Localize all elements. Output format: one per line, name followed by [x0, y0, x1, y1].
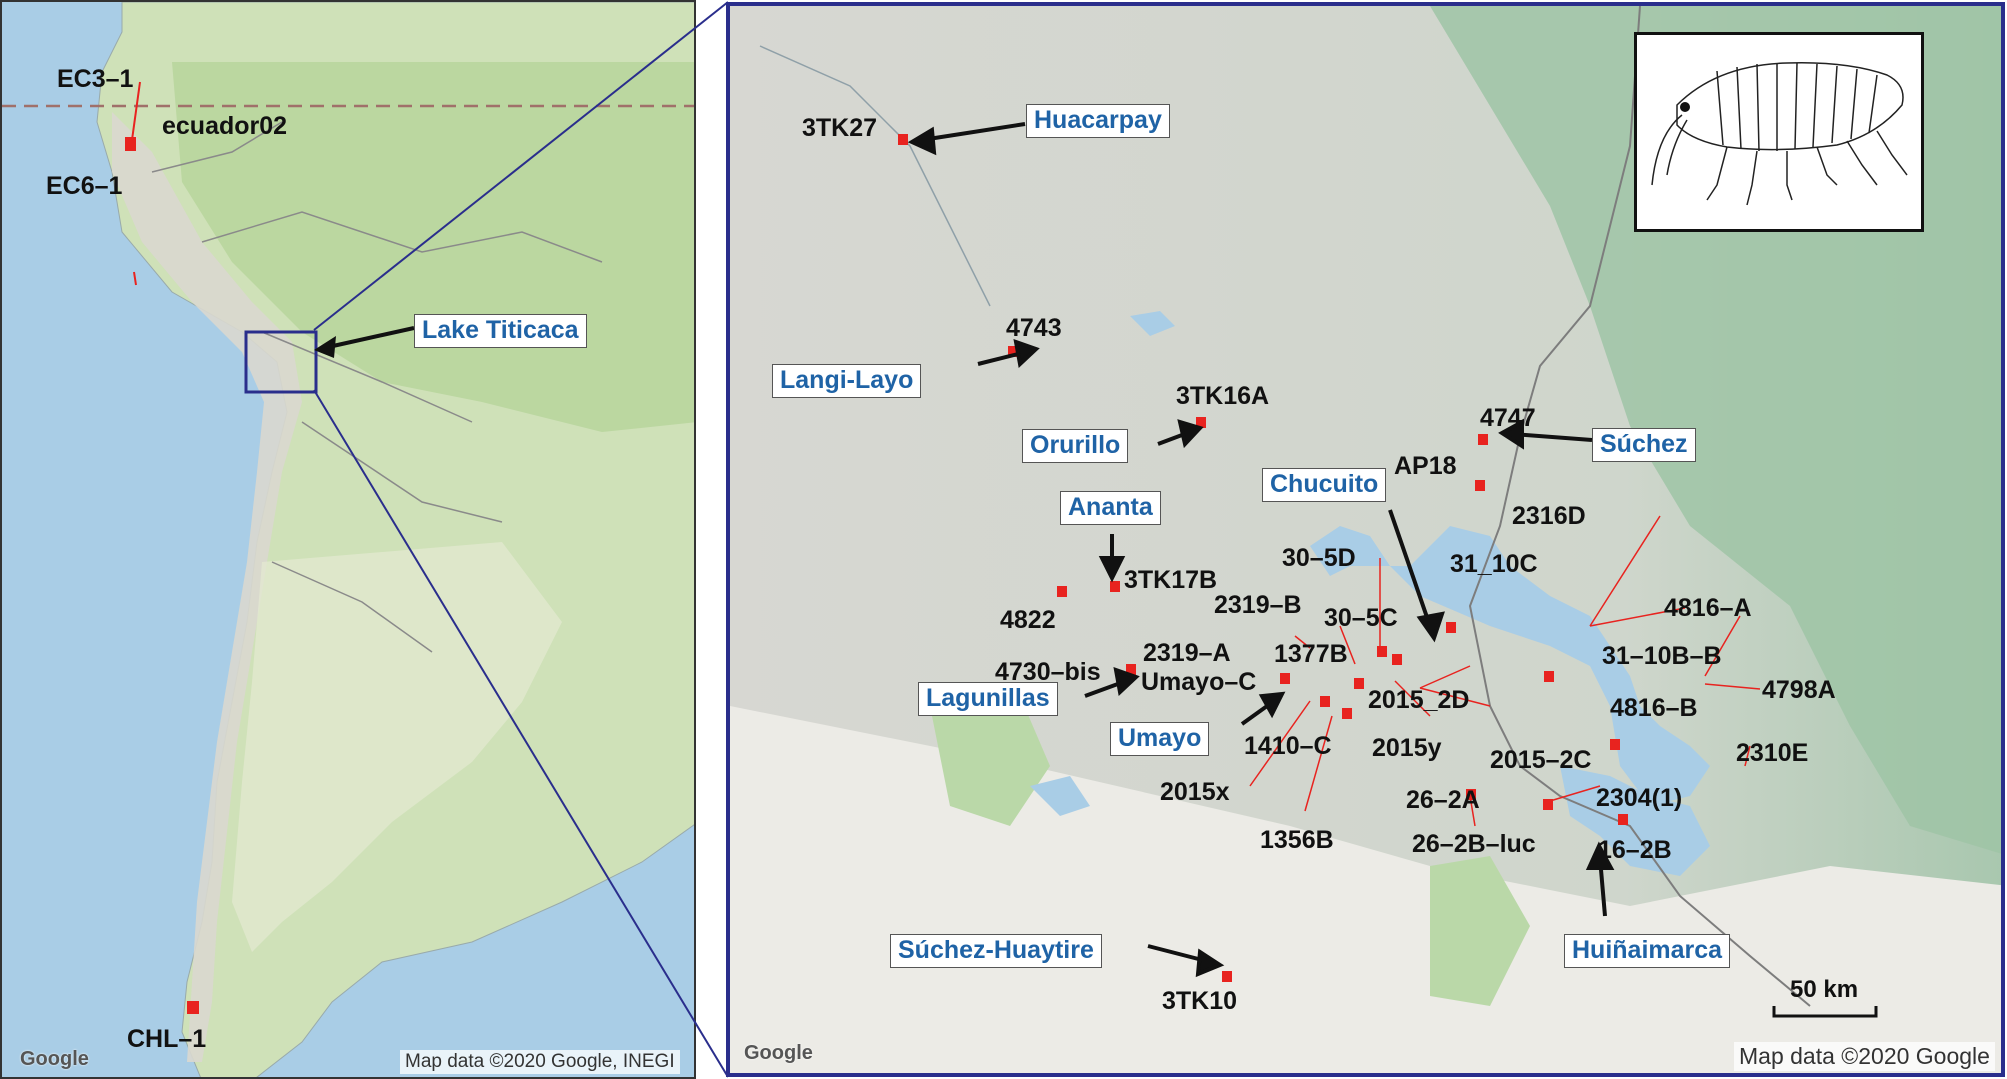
scale-bar-label: 50 km — [1790, 976, 1859, 1003]
region-label-umayo[interactable]: Umayo — [1110, 722, 1210, 756]
marker-chl — [187, 1001, 199, 1014]
region-label-ananta[interactable]: Ananta — [1060, 491, 1161, 525]
site-label: 2015y — [1372, 734, 1442, 762]
amphipod-drawing-icon — [1651, 62, 1908, 206]
site-label: 2015_2D — [1368, 686, 1470, 714]
site-label: 1377B — [1274, 640, 1348, 668]
region-label-orurillo[interactable]: Orurillo — [1022, 429, 1129, 463]
site-label: 26–2B–luc — [1412, 830, 1536, 858]
site-label: 3TK10 — [1162, 987, 1238, 1015]
google-logo: Google — [744, 1042, 813, 1064]
detail-map[interactable]: 3TK27 4743 3TK16A 4747 AP18 2316D 31_10C… — [726, 2, 2005, 1077]
marker-ec — [125, 137, 136, 151]
site-label: 2319–B — [1214, 591, 1302, 619]
overview-map[interactable]: EC3–1 ecuador02 EC6–1 CHL–1 Lake Titicac… — [0, 0, 696, 1079]
overview-map-canvas — [2, 2, 694, 1077]
site-label: EC3–1 — [57, 65, 134, 93]
amphipod-inset — [1634, 32, 1924, 232]
region-label-suchez[interactable]: Súchez — [1592, 428, 1696, 462]
site-label: 3TK27 — [802, 114, 878, 142]
site-label: 3TK17B — [1124, 566, 1218, 594]
marker-peru-tick — [133, 271, 137, 286]
site-label: CHL–1 — [127, 1025, 207, 1053]
site-label: 2304(1) — [1596, 784, 1683, 812]
site-label: 4747 — [1480, 404, 1536, 432]
site-label: EC6–1 — [46, 172, 123, 200]
region-label-huacarpay[interactable]: Huacarpay — [1026, 104, 1170, 138]
site-label: 30–5C — [1324, 604, 1398, 632]
site-label: 2015x — [1160, 778, 1230, 806]
site-label: 2319–A — [1143, 639, 1231, 667]
site-label: 4816–A — [1664, 594, 1752, 622]
map-credit: Map data ©2020 Google, INEGI — [400, 1050, 680, 1074]
site-label: Umayo–C — [1141, 668, 1257, 696]
site-label: 3TK16A — [1176, 382, 1270, 410]
map-credit: Map data ©2020 Google — [1734, 1042, 1995, 1071]
site-label: 26–2A — [1406, 786, 1480, 814]
region-label-langi-layo[interactable]: Langi-Layo — [772, 364, 922, 398]
site-label: 1356B — [1260, 826, 1334, 854]
site-label: ecuador02 — [162, 112, 288, 140]
region-label-lake-titicaca[interactable]: Lake Titicaca — [414, 314, 587, 348]
site-label: 2316D — [1512, 502, 1586, 530]
site-label: 2310E — [1736, 739, 1809, 767]
site-label: 2015–2C — [1490, 746, 1592, 774]
region-label-chucuito[interactable]: Chucuito — [1262, 468, 1387, 502]
site-label: 1410–C — [1244, 732, 1332, 760]
site-label: 4743 — [1006, 314, 1062, 342]
google-logo: Google — [20, 1048, 89, 1070]
site-label: AP18 — [1394, 452, 1457, 480]
site-label: 30–5D — [1282, 544, 1356, 572]
site-label: 4816–B — [1610, 694, 1698, 722]
region-label-suchez-huaytire[interactable]: Súchez-Huaytire — [890, 934, 1102, 968]
site-label: 31–10B–B — [1602, 642, 1722, 670]
site-label: 4822 — [1000, 606, 1056, 634]
region-label-huinaimarca[interactable]: Huiñaimarca — [1564, 934, 1731, 968]
site-label: 31_10C — [1450, 550, 1538, 578]
site-label: 4798A — [1762, 676, 1836, 704]
site-label: 16–2B — [1598, 836, 1672, 864]
region-label-lagunillas[interactable]: Lagunillas — [918, 682, 1058, 716]
